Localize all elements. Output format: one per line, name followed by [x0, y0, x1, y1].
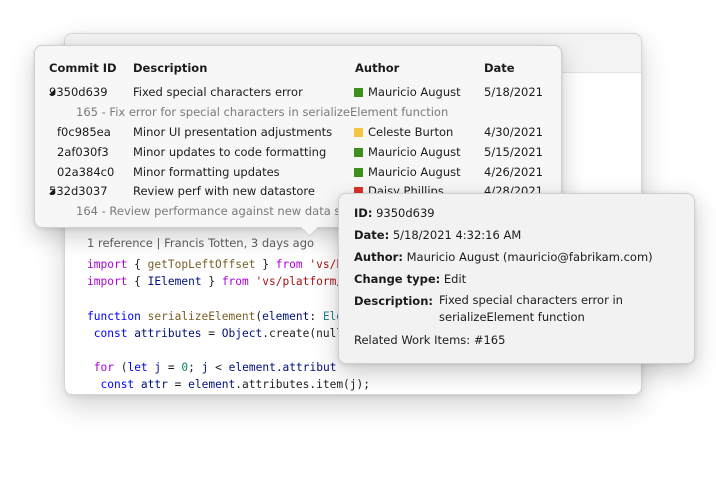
- commit-author: Mauricio August: [368, 145, 461, 159]
- header-author[interactable]: Author: [355, 61, 399, 75]
- header-commit-id[interactable]: Commit ID: [49, 61, 117, 75]
- code-line-6: const attr = element.attributes.item(j);: [100, 378, 370, 392]
- commit-description: Review perf with new datastore: [133, 184, 315, 198]
- commit-row[interactable]: f0c985ea Minor UI presentation adjustmen…: [35, 122, 561, 142]
- commit-id: f0c985ea: [57, 125, 111, 139]
- commit-id: 02a384c0: [57, 165, 115, 179]
- detail-author: Author: Mauricio August (mauricio@fabrik…: [354, 250, 653, 264]
- related-work-item-link[interactable]: #165: [474, 333, 506, 347]
- commit-description: Minor UI presentation adjustments: [133, 125, 333, 139]
- code-line-2: import { IElement } from 'vs/platform/e: [87, 275, 350, 289]
- code-area[interactable]: import { getTopLeftOffset } from 'vs/ba …: [87, 256, 370, 394]
- commit-date: 4/26/2021: [484, 165, 543, 179]
- commit-description: Fixed special characters error: [133, 85, 303, 99]
- commit-date: 5/18/2021: [484, 85, 543, 99]
- author-color-swatch: [354, 88, 363, 97]
- detail-change-type: Change type: Edit: [354, 272, 467, 286]
- commit-author: Mauricio August: [368, 85, 461, 99]
- commit-author: Mauricio August: [368, 165, 461, 179]
- detail-description: Description: Fixed special characters er…: [354, 293, 623, 324]
- code-line-3: function serializeElement(element: Ele: [87, 309, 344, 323]
- linked-work-item[interactable]: 164 - Review performance against new dat…: [76, 201, 364, 221]
- commit-row[interactable]: 02a384c0 Minor formatting updates Mauric…: [35, 162, 561, 182]
- header-description[interactable]: Description: [133, 61, 207, 75]
- code-line-1: import { getTopLeftOffset } from 'vs/ba: [87, 258, 350, 271]
- author-color-swatch: [354, 148, 363, 157]
- detail-id: ID: 9350d639: [354, 206, 435, 220]
- commit-id: 2af030f3: [57, 145, 109, 159]
- commit-row[interactable]: 2af030f3 Minor updates to code formattin…: [35, 142, 561, 162]
- code-line-4: const attributes = Object.create(null: [93, 326, 344, 340]
- header-date[interactable]: Date: [484, 61, 515, 75]
- detail-date: Date: 5/18/2021 4:32:16 AM: [354, 228, 522, 242]
- commit-row[interactable]: ◢ 9350d639 Fixed special characters error…: [35, 82, 561, 102]
- commit-details-tooltip: ID: 9350d639 Date: 5/18/2021 4:32:16 AM …: [338, 193, 695, 364]
- linked-work-item[interactable]: 165 - Fix error for special characters i…: [76, 102, 448, 122]
- detail-related-work-items: Related Work Items: #165: [354, 333, 506, 347]
- code-line-blank-2: [87, 342, 370, 359]
- commit-date: 5/15/2021: [484, 145, 543, 159]
- author-color-swatch: [354, 128, 363, 137]
- commit-description: Minor formatting updates: [133, 165, 280, 179]
- author-color-swatch: [354, 168, 363, 177]
- commit-author: Celeste Burton: [368, 125, 454, 139]
- code-line-5: for (let j = 0; j < element.attribut: [93, 361, 337, 375]
- commit-date: 4/30/2021: [484, 125, 543, 139]
- commit-description: Minor updates to code formatting: [133, 145, 327, 159]
- codelens-reference[interactable]: 1 reference | Francis Totten, 3 days ago: [87, 236, 314, 250]
